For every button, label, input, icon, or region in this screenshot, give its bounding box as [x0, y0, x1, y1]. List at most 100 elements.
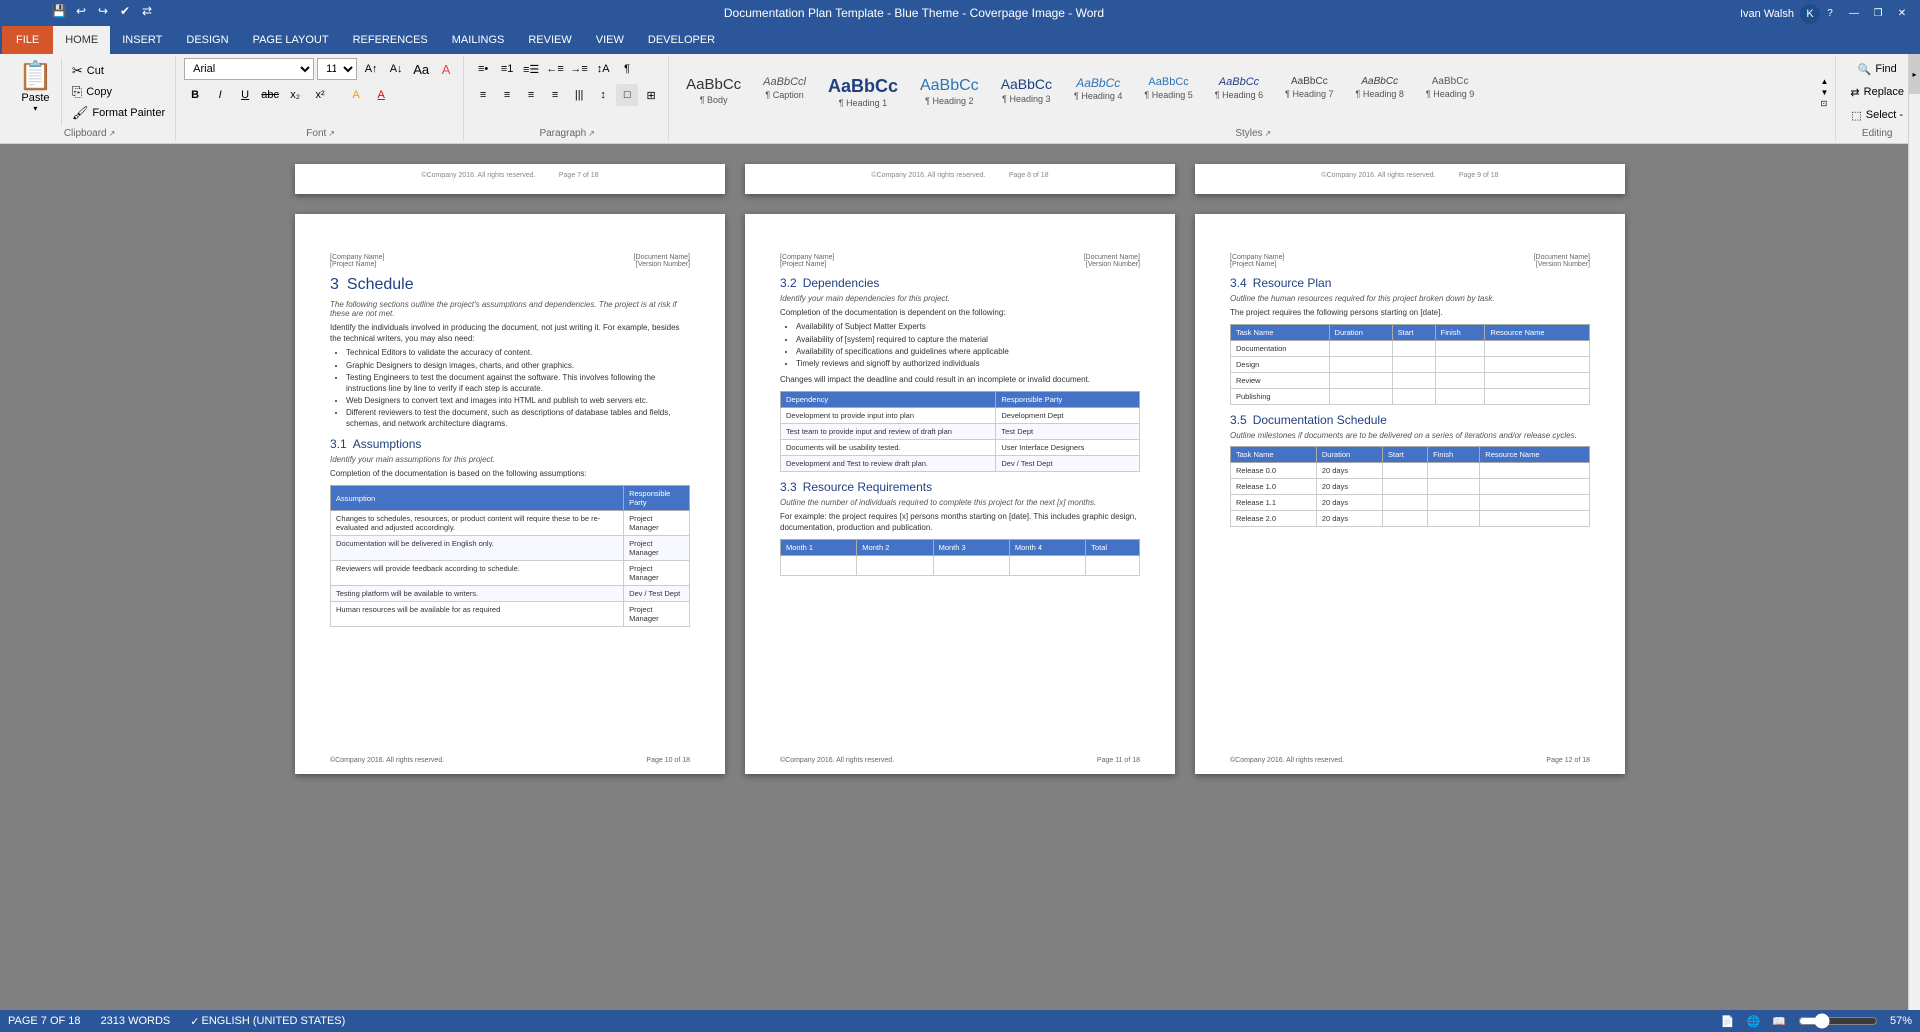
underline-button[interactable]: U	[234, 84, 256, 106]
format-painter-button[interactable]: 🖌 Format Painter	[68, 104, 169, 122]
tab-references[interactable]: REFERENCES	[341, 26, 440, 54]
paragraph-expand-icon[interactable]: ↗	[588, 129, 595, 138]
bullet-item: Availability of [system] required to cap…	[796, 335, 1140, 345]
font-size-select[interactable]: 11	[317, 58, 357, 80]
cut-button[interactable]: ✂ Cut	[68, 62, 169, 80]
align-left-button[interactable]: ≡	[472, 84, 494, 106]
justify-button[interactable]: ≡	[544, 84, 566, 106]
columns-button[interactable]: |||	[568, 84, 590, 106]
style-heading5-label: ¶ Heading 5	[1144, 90, 1192, 100]
strikethrough-button[interactable]: abc	[259, 84, 281, 106]
zoom-slider[interactable]	[1798, 1017, 1878, 1025]
tab-design[interactable]: DESIGN	[174, 26, 240, 54]
save-icon[interactable]: 💾	[50, 2, 68, 20]
paste-button[interactable]: 📋 Paste ▾	[10, 58, 62, 126]
subscript-button[interactable]: x₂	[284, 84, 306, 106]
redo-icon[interactable]: ↪	[94, 2, 112, 20]
section-33-heading: 3.3 Resource Requirements	[780, 480, 1140, 494]
style-body[interactable]: AaBbCc ¶ Body	[677, 71, 750, 114]
line-spacing-button[interactable]: ↕	[592, 84, 614, 106]
style-body-preview: AaBbCc	[686, 76, 741, 94]
style-caption[interactable]: AaBbCcl ¶ Caption	[754, 71, 815, 114]
styles-scroll-down[interactable]: ▼	[1820, 87, 1830, 98]
close-btn[interactable]: ✕	[1892, 3, 1912, 23]
style-heading6[interactable]: AaBbCc ¶ Heading 6	[1206, 71, 1272, 114]
multilevel-button[interactable]: ≡☰	[520, 58, 542, 80]
styles-expand-icon[interactable]: ↗	[1265, 129, 1272, 138]
bullets-button[interactable]: ≡•	[472, 58, 494, 80]
header-left: [Company Name] [Project Name]	[330, 254, 384, 268]
view-read-icon[interactable]: 📖	[1772, 1015, 1786, 1028]
undo-icon[interactable]: ↩	[72, 2, 90, 20]
tab-view[interactable]: VIEW	[584, 26, 636, 54]
copy-label: Copy	[86, 86, 112, 98]
tab-file[interactable]: FILE	[2, 26, 53, 54]
select-icon: ⬚	[1851, 109, 1861, 122]
font-name-select[interactable]: Arial	[184, 58, 314, 80]
grow-font-button[interactable]: A↑	[360, 58, 382, 80]
styles-scroll-up[interactable]: ▲	[1820, 76, 1830, 87]
clipboard-expand-icon[interactable]: ↗	[109, 129, 116, 138]
view-print-icon[interactable]: 📄	[1721, 1015, 1735, 1028]
clear-format-button[interactable]: Aa	[410, 58, 432, 80]
table-row: Reviewers will provide feedback accordin…	[331, 561, 690, 586]
bold-button[interactable]: B	[184, 84, 206, 106]
align-center-button[interactable]: ≡	[496, 84, 518, 106]
style-heading4-label: ¶ Heading 4	[1074, 91, 1122, 101]
doc-schedule-table: Task Name Duration Start Finish Resource…	[1230, 446, 1590, 527]
text-highlight-button[interactable]: A	[345, 84, 367, 106]
tab-mailings[interactable]: MAILINGS	[440, 26, 517, 54]
tab-developer[interactable]: DEVELOPER	[636, 26, 727, 54]
show-hide-button[interactable]: ¶	[616, 58, 638, 80]
resource-plan-table: Task Name Duration Start Finish Resource…	[1230, 324, 1590, 405]
document-area[interactable]: ©Company 2016. All rights reserved. Page…	[0, 144, 1920, 1032]
find-button[interactable]: 🔍 Find	[1852, 60, 1903, 79]
style-caption-label: ¶ Caption	[765, 90, 803, 100]
borders-button[interactable]: ⊞	[640, 84, 662, 106]
paste-icon: 📋	[18, 62, 53, 90]
help-btn[interactable]: ?	[1820, 3, 1840, 23]
maximize-btn[interactable]: ❐	[1868, 3, 1888, 23]
shading-button[interactable]: □	[616, 84, 638, 106]
font-expand-icon[interactable]: ↗	[328, 129, 335, 138]
style-heading2[interactable]: AaBbCc ¶ Heading 2	[911, 71, 988, 114]
select-button[interactable]: ⬚ Select -	[1845, 106, 1909, 125]
shrink-font-button[interactable]: A↓	[385, 58, 407, 80]
tab-review[interactable]: REVIEW	[516, 26, 583, 54]
customize-icon[interactable]: ⇄	[138, 2, 156, 20]
view-web-icon[interactable]: 🌐	[1747, 1015, 1761, 1028]
styles-more-button[interactable]: ⊡	[1820, 98, 1830, 109]
tab-insert[interactable]: INSERT	[110, 26, 174, 54]
tab-page-layout[interactable]: PAGE LAYOUT	[241, 26, 341, 54]
increase-indent-button[interactable]: →≡	[568, 58, 590, 80]
replace-button[interactable]: ⇄ Replace	[1844, 83, 1910, 102]
quick-access-toolbar: 💾 ↩ ↪ ✔ ⇄	[50, 2, 156, 20]
style-heading1[interactable]: AaBbCc ¶ Heading 1	[819, 71, 907, 114]
page-left-header: [Company Name] [Project Name] [Document …	[330, 254, 690, 268]
ribbon-tabs: FILE HOME INSERT DESIGN PAGE LAYOUT REFE…	[0, 26, 1920, 54]
style-heading6-preview: AaBbCc	[1219, 76, 1259, 89]
style-heading7[interactable]: AaBbCc ¶ Heading 7	[1276, 71, 1342, 114]
section-32-heading: 3.2 Dependencies	[780, 276, 1140, 290]
text-effects-button[interactable]: A	[435, 58, 457, 80]
font-color-button[interactable]: A	[370, 84, 392, 106]
style-heading9[interactable]: AaBbCc ¶ Heading 9	[1417, 71, 1483, 114]
spell-check-icon[interactable]: ✓ ENGLISH (UNITED STATES)	[190, 1015, 345, 1028]
style-heading3[interactable]: AaBbCc ¶ Heading 3	[992, 71, 1061, 114]
section-3-intro: The following sections outline the proje…	[330, 300, 690, 318]
font-group: Arial 11 A↑ A↓ Aa A B I U abc x₂ x² A A	[178, 56, 464, 141]
copy-button[interactable]: ⎘ Copy	[68, 83, 169, 101]
style-heading8[interactable]: AaBbCc ¶ Heading 8	[1347, 71, 1413, 114]
minimize-btn[interactable]: —	[1844, 3, 1864, 23]
superscript-button[interactable]: x²	[309, 84, 331, 106]
tab-home[interactable]: HOME	[53, 26, 110, 54]
italic-button[interactable]: I	[209, 84, 231, 106]
sort-button[interactable]: ↕A	[592, 58, 614, 80]
numbering-button[interactable]: ≡1	[496, 58, 518, 80]
sidebar-expand-handle[interactable]: ▸	[1909, 54, 1920, 94]
align-right-button[interactable]: ≡	[520, 84, 542, 106]
check-icon[interactable]: ✔	[116, 2, 134, 20]
style-heading5[interactable]: AaBbCc ¶ Heading 5	[1135, 71, 1201, 114]
decrease-indent-button[interactable]: ←≡	[544, 58, 566, 80]
style-heading4[interactable]: AaBbCc ¶ Heading 4	[1065, 71, 1131, 114]
